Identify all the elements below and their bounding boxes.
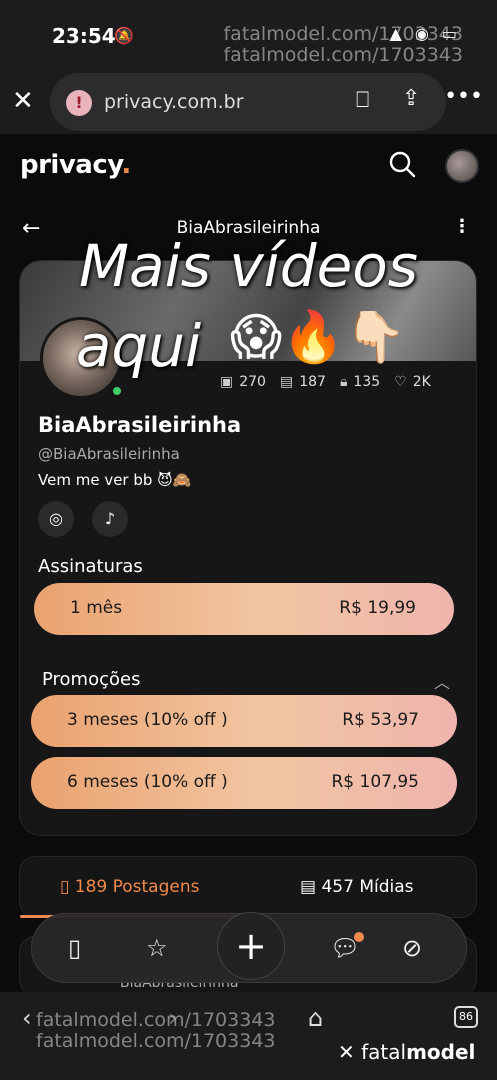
url-text: privacy.com.br: [104, 91, 244, 113]
content-tabs: ▯ 189 Postagens ▤ 457 Mídias: [19, 856, 477, 918]
profile-handle: @BiaAbrasileirinha: [38, 445, 180, 463]
watermark-top-line2: fatalmodel.com/1703343: [223, 44, 463, 66]
floating-nav: ▯ ☆ + 💬︎ ⊘: [31, 912, 467, 983]
plan-price: R$ 19,99: [339, 598, 416, 618]
share-icon[interactable]: ⇪: [402, 86, 420, 111]
user-avatar[interactable]: [445, 149, 479, 183]
plan-label: 1 mês: [70, 598, 123, 618]
watermark-top-line1: fatalmodel.com/1703343: [223, 23, 463, 45]
plan-price: R$ 107,95: [331, 772, 419, 792]
watermark-bottom: fatalmodel.com/1703343 fatalmodel.com/17…: [36, 1010, 276, 1052]
watermark-top: fatalmodel.com/1703343 fatalmodel.com/17…: [223, 24, 463, 66]
notification-dot: [354, 932, 364, 942]
chevron-up-icon[interactable]: ︿: [434, 669, 450, 693]
fatalmodel-logo: ✕ fatalmodel: [338, 1040, 476, 1064]
plan-label: 6 meses (10% off ): [67, 772, 228, 792]
watermark-bottom-line2: fatalmodel.com/1703343: [36, 1030, 276, 1052]
subscriptions-title: Assinaturas: [38, 556, 143, 577]
close-icon[interactable]: ✕: [12, 86, 34, 116]
plan-6-months-button[interactable]: 6 meses (10% off ) R$ 107,95: [31, 757, 457, 809]
tiktok-icon[interactable]: ♪: [92, 501, 128, 537]
online-indicator: [111, 385, 123, 397]
search-icon[interactable]: [388, 150, 416, 178]
more-icon[interactable]: •••: [444, 84, 483, 109]
phone-icon[interactable]: ▯: [68, 934, 81, 962]
silent-bell-icon: 🔕: [114, 26, 134, 45]
tab-posts[interactable]: ▯ 189 Postagens: [60, 877, 200, 897]
heart-icon: ♡: [394, 374, 407, 390]
plan-3-months-button[interactable]: 3 meses (10% off ) R$ 53,97: [31, 695, 457, 747]
info-icon[interactable]: !: [66, 90, 92, 116]
star-icon[interactable]: ☆: [146, 934, 168, 962]
profile-bio: Vem me ver bb 😈🙈: [38, 471, 192, 489]
compass-icon[interactable]: ⊘: [402, 934, 422, 962]
site-header: privacy.: [0, 134, 497, 198]
privacy-logo[interactable]: privacy.: [20, 150, 131, 180]
stat-likes: ♡ 2K: [394, 374, 431, 390]
tabs-count-button[interactable]: 86: [454, 1006, 478, 1028]
create-post-button[interactable]: +: [217, 912, 285, 980]
profile-name: BiaAbrasileirinha: [38, 413, 242, 437]
overlay-text-line1: Mais vídeos: [79, 232, 418, 300]
tab-media[interactable]: ▤ 457 Mídias: [300, 877, 414, 897]
instagram-icon[interactable]: ◎: [38, 501, 74, 537]
watermark-bottom-line1: fatalmodel.com/1703343: [36, 1009, 276, 1031]
browser-toolbar: ✕ ! privacy.com.br ⎕ ⇪ •••: [0, 70, 497, 134]
home-icon[interactable]: ⌂: [308, 1004, 323, 1032]
plan-label: 3 meses (10% off ): [67, 710, 228, 730]
back-icon[interactable]: ‹: [22, 1004, 32, 1032]
bookmark-icon[interactable]: ⎕: [356, 88, 369, 113]
status-time: 23:54: [52, 24, 116, 48]
plan-price: R$ 53,97: [342, 710, 419, 730]
promotions-title: Promoções: [42, 669, 141, 690]
overlay-emojis: 😱🔥👇🏻: [230, 308, 407, 366]
address-bar[interactable]: ! privacy.com.br ⎕ ⇪: [50, 73, 446, 131]
plan-1-month-button[interactable]: 1 mês R$ 19,99: [34, 583, 454, 635]
